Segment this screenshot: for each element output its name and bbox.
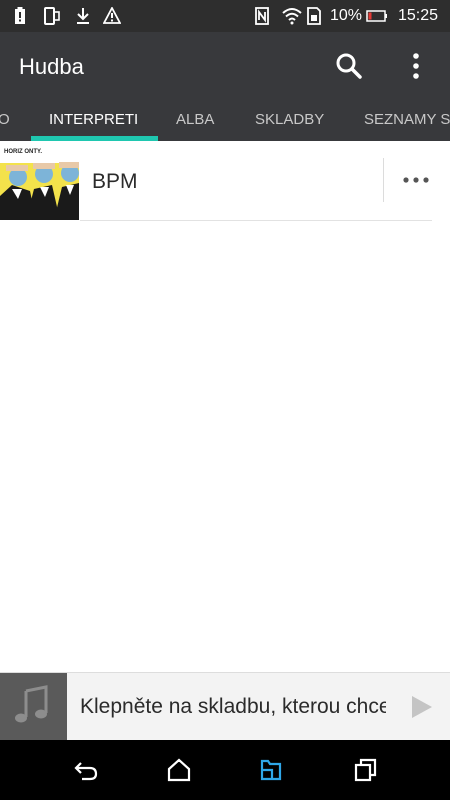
album-art-image: HORIZ ONTY. (0, 141, 79, 220)
clock: 15:25 (398, 7, 439, 24)
sim-icon (307, 7, 321, 25)
music-note-icon (15, 685, 48, 723)
overview-icon[interactable] (353, 757, 379, 783)
row-divider (80, 220, 432, 221)
mini-player[interactable]: Klepněte na skladbu, kterou chce (0, 672, 450, 740)
download-icon (77, 8, 89, 24)
tab-interpreti[interactable]: INTERPRETI (49, 100, 138, 141)
battery-icon (366, 10, 387, 22)
nav-bar (0, 740, 450, 800)
tab-bar: O INTERPRETI ALBA SKLADBY SEZNAMY S (0, 100, 450, 141)
battery-percent: 10% (330, 7, 363, 24)
now-playing-prompt: Klepněte na skladbu, kterou chce (80, 695, 386, 718)
album-art: HORIZ ONTY. (0, 141, 79, 220)
app-bar: Hudba (0, 32, 450, 100)
warning-icon (103, 7, 121, 24)
home-icon[interactable] (166, 757, 192, 783)
play-icon[interactable] (405, 691, 437, 723)
item-divider (383, 158, 384, 202)
artist-name: BPM (92, 170, 138, 193)
list-item[interactable]: HORIZ ONTY. BPM (0, 141, 450, 221)
recents-icon[interactable] (258, 757, 284, 783)
nfc-icon (255, 7, 269, 25)
tab-o[interactable]: O (0, 100, 10, 141)
more-vert-icon[interactable] (400, 50, 432, 82)
wifi-icon (282, 8, 302, 25)
tab-skladby[interactable]: SKLADBY (255, 100, 324, 141)
phone-icon (44, 7, 60, 25)
battery-alert-icon (15, 7, 25, 24)
search-icon[interactable] (333, 50, 365, 82)
back-icon[interactable] (73, 757, 99, 783)
album-art-text: HORIZ ONTY. (4, 149, 42, 155)
mini-player-art (0, 673, 67, 740)
tab-seznamy[interactable]: SEZNAMY S (364, 100, 450, 141)
more-horiz-icon[interactable] (398, 167, 434, 193)
tab-alba[interactable]: ALBA (176, 100, 214, 141)
status-bar: 10% 15:25 (0, 0, 450, 32)
page-title: Hudba (19, 54, 84, 79)
